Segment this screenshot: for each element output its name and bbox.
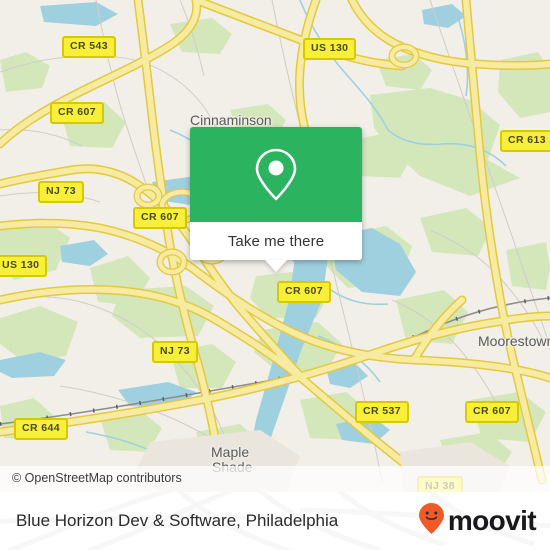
osm-attribution[interactable]: © OpenStreetMap contributors [12,471,182,485]
page-title: Blue Horizon Dev & Software, Philadelphi… [16,511,339,530]
map-pin-icon [254,147,298,203]
road-shield-nj73-nw[interactable]: NJ 73 [38,181,85,203]
road-shield-us130-top[interactable]: US 130 [303,38,357,60]
popup-action-area[interactable]: Take me there [190,222,362,260]
road-shield-cr613[interactable]: CR 613 [500,130,550,152]
road-shield-cr607-w[interactable]: CR 607 [133,207,188,229]
moovit-pin-smiley-icon [418,502,445,540]
footer-bar: Blue Horizon Dev & Software, Philadelphi… [0,492,550,550]
road-shield-us130-w[interactable]: US 130 [0,255,48,277]
place-label-moorestown: Moorestown [478,333,550,349]
popup-pointer-tail [265,260,287,272]
road-shield-cr607-nw[interactable]: CR 607 [50,102,105,124]
moovit-wordmark: moovit [447,505,537,536]
road-shield-nj73-s[interactable]: NJ 73 [152,341,199,363]
road-shield-cr537[interactable]: CR 537 [355,401,410,423]
road-shield-cr644[interactable]: CR 644 [14,418,69,440]
road-shield-cr543[interactable]: CR 543 [62,36,117,58]
place-label-cinnaminson: Cinnaminson [190,112,272,128]
take-me-there-button[interactable]: Take me there [228,233,324,250]
moovit-brand[interactable]: moovit [418,502,537,540]
road-shield-cr607-e[interactable]: CR 607 [465,401,520,423]
place-label-maple: Maple [211,444,250,460]
map-screenshot: CR 543 US 130 CR 607 CR 613 NJ 73 CR 607… [0,0,550,550]
map-canvas[interactable]: CR 543 US 130 CR 607 CR 613 NJ 73 CR 607… [0,0,550,492]
location-popup-card[interactable]: Take me there [190,127,362,272]
road-shield-cr607-c[interactable]: CR 607 [277,281,332,303]
popup-image-area [190,127,362,222]
